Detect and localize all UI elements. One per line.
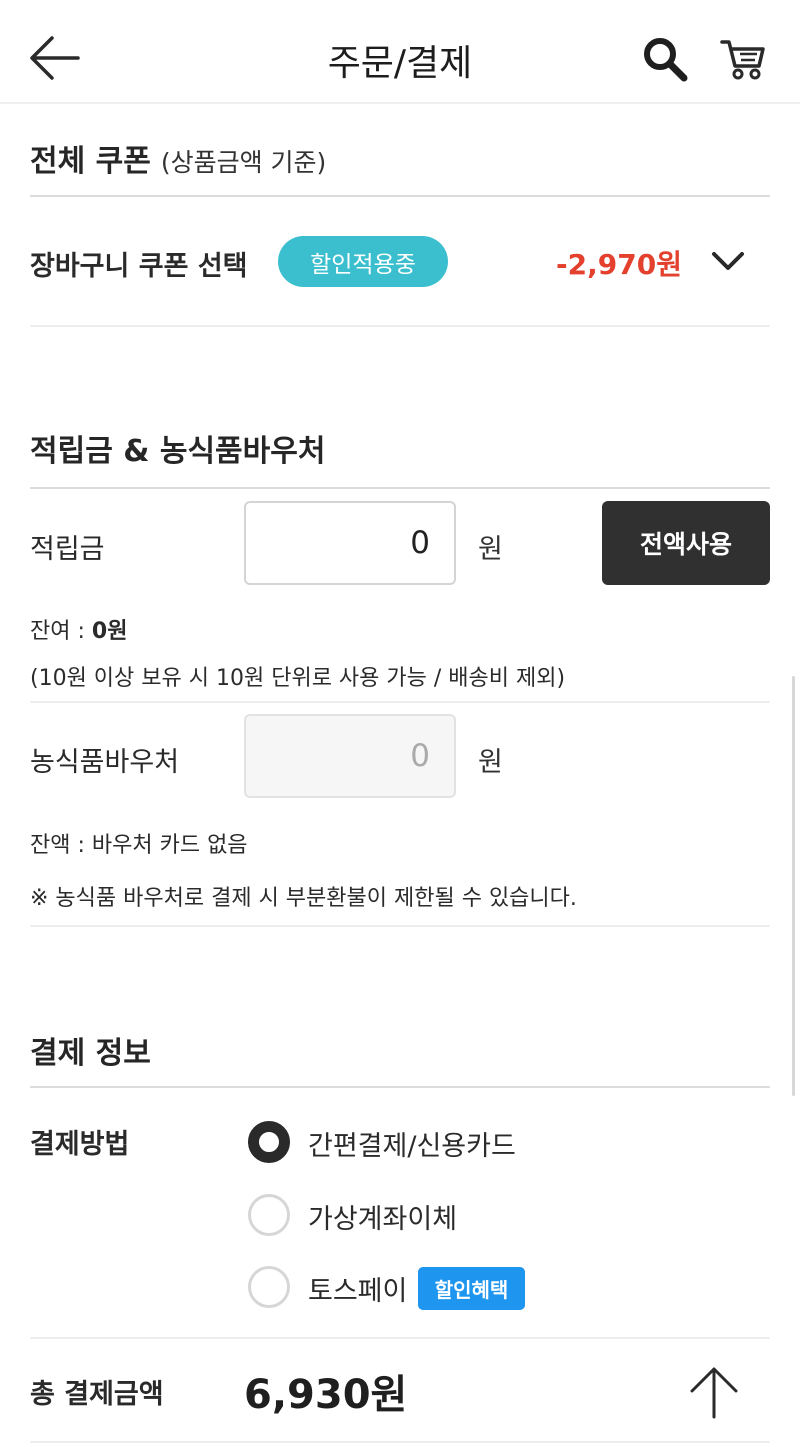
voucher-unit: 원 — [478, 747, 503, 778]
voucher-input — [244, 714, 456, 798]
search-icon — [644, 38, 688, 82]
divider — [30, 1337, 770, 1339]
voucher-refund-note: ※ 농식품 바우처로 결제 시 부분환불이 제한될 수 있습니다. — [30, 886, 577, 911]
coupon-title: 전체 쿠폰 — [30, 144, 151, 179]
coupon-section-title: 전체 쿠폰 (상품금액 기준) — [30, 136, 326, 180]
radio-toss-pay[interactable] — [248, 1266, 290, 1308]
discount-benefit-badge: 할인혜택 — [418, 1267, 525, 1310]
divider — [30, 487, 770, 489]
cart-icon — [720, 40, 765, 80]
coupon-subtitle: (상품금액 기준) — [160, 148, 327, 177]
divider — [30, 701, 770, 703]
search-button[interactable] — [640, 34, 690, 84]
divider — [30, 325, 770, 327]
divider — [30, 1441, 770, 1443]
voucher-label: 농식품바우처 — [30, 747, 180, 778]
voucher-balance: 잔액 : 바우처 카드 없음 — [30, 833, 248, 858]
payment-option-toss-pay[interactable]: 토스페이 — [308, 1269, 407, 1308]
radio-easy-pay-card[interactable] — [248, 1121, 290, 1163]
points-balance-value: 0원 — [91, 619, 128, 644]
radio-virtual-account[interactable] — [248, 1194, 290, 1236]
divider — [30, 1086, 770, 1088]
total-payment-label: 총 결제금액 — [30, 1379, 164, 1410]
cart-coupon-label: 장바구니 쿠폰 선택 — [30, 251, 248, 282]
scrollbar-thumb[interactable] — [792, 676, 795, 1096]
cart-button[interactable] — [718, 34, 768, 84]
points-balance: 잔여 : 0원 — [30, 613, 127, 645]
payment-option-easy-pay-card[interactable]: 간편결제/신용카드 — [308, 1124, 516, 1163]
arrow-up-icon — [690, 1367, 738, 1419]
payment-option-virtual-account[interactable]: 가상계좌이체 — [308, 1197, 457, 1236]
discount-applied-badge: 할인적용중 — [278, 236, 448, 287]
scroll-to-top-button[interactable] — [684, 1363, 744, 1421]
points-unit: 원 — [478, 534, 503, 565]
points-balance-prefix: 잔여 : — [30, 619, 92, 644]
payment-section-title: 결제 정보 — [30, 1036, 151, 1071]
points-label: 적립금 — [30, 534, 105, 565]
payment-method-label: 결제방법 — [30, 1129, 130, 1160]
points-usage-note: (10원 이상 보유 시 10원 단위로 사용 가능 / 배송비 제외) — [30, 666, 566, 691]
chevron-down-icon — [712, 252, 744, 270]
divider — [30, 195, 770, 197]
use-all-points-button[interactable]: 전액사용 — [602, 501, 770, 585]
total-payment-amount: 6,930원 — [244, 1372, 408, 1418]
divider — [30, 925, 770, 927]
app-header: 주문/결제 — [0, 0, 800, 104]
coupon-discount-amount: -2,970원 — [556, 248, 682, 281]
points-section-title: 적립금 & 농식품바우처 — [30, 434, 326, 469]
points-input[interactable] — [244, 501, 456, 585]
coupon-dropdown-toggle[interactable] — [708, 244, 748, 278]
